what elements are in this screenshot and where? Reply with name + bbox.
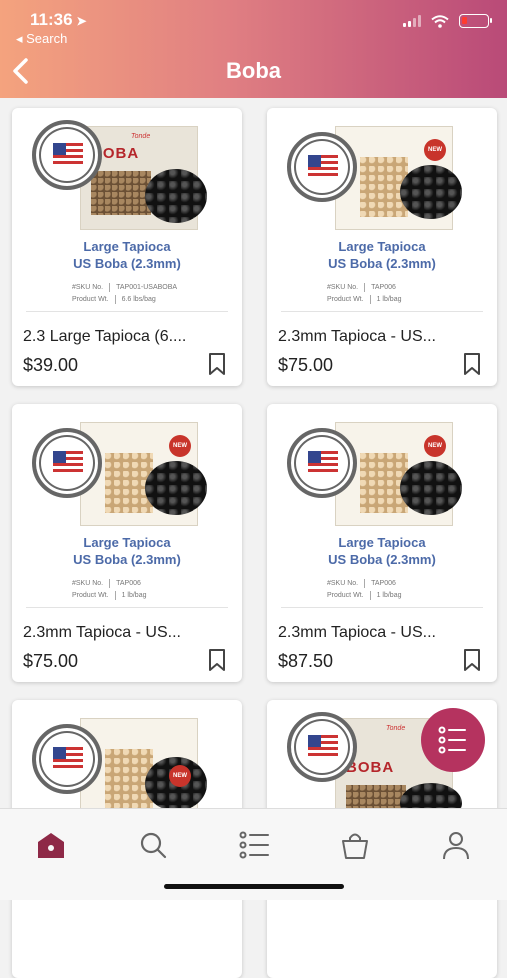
sku-value: TAP006	[116, 580, 141, 587]
cellular-signal-icon	[403, 15, 421, 27]
location-arrow-icon: ➤	[76, 14, 87, 28]
boba-pearls-image	[400, 461, 462, 515]
made-in-usa-seal-icon	[287, 132, 357, 202]
bookmark-icon[interactable]	[208, 648, 226, 672]
product-price: $39.00	[23, 355, 79, 375]
weight-value: 1 lb/bag	[121, 592, 147, 599]
product-card[interactable]: NEW Large Tapioca US Boba (2.3mm) #SKU N…	[12, 404, 242, 682]
product-price: $75.00	[23, 651, 79, 671]
caption-line: US Boba (2.3mm)	[73, 256, 181, 271]
package-caption: Large Tapioca US Boba (2.3mm)	[287, 238, 477, 272]
package-meta: #SKU No. TAP006 Product Wt. 1 lb/bag	[72, 578, 147, 602]
product-name[interactable]: 2.3 Large Tapioca (6....	[23, 328, 233, 346]
weight-value: 6.6 lbs/bag	[121, 296, 156, 303]
status-indicators	[403, 14, 492, 28]
product-image: Tonde BOBA Large Tapioca US Boba (2.3mm)…	[32, 116, 222, 308]
divider	[26, 607, 228, 608]
divider	[281, 311, 483, 312]
product-image: NEW Large Tapioca US Boba (2.3mm) #SKU N…	[287, 412, 477, 604]
caption-line: US Boba (2.3mm)	[73, 552, 181, 567]
weight-label: Product Wt.	[327, 592, 364, 599]
sku-value: TAP001-USABOBA	[116, 284, 178, 291]
category-list-fab[interactable]	[421, 708, 485, 772]
product-price: $75.00	[278, 355, 334, 375]
app-header: 11:36 ➤ ◂ Search Boba	[0, 0, 507, 98]
package-brand: Tonde	[386, 725, 406, 732]
boba-pearls-image	[145, 461, 207, 515]
package-caption: Large Tapioca US Boba (2.3mm)	[32, 534, 222, 568]
page-title: Boba	[226, 58, 281, 83]
battery-icon	[459, 14, 492, 28]
caption-line: US Boba (2.3mm)	[328, 552, 436, 567]
package-meta: #SKU No. TAP001-USABOBA Product Wt. 6.6 lb…	[72, 282, 177, 306]
sku-label: #SKU No.	[72, 580, 104, 587]
caption-line: Large Tapioca	[338, 239, 426, 254]
product-card[interactable]: NEW Large Tapioca US Boba (2.3mm) #SKU N…	[267, 108, 497, 386]
tapioca-seeds-image	[91, 171, 151, 215]
product-image: NEW Large Tapioca US Boba (2.3mm) #SKU N…	[32, 412, 222, 604]
package-meta: #SKU No. TAP006 Product Wt. 1 lb/bag	[327, 578, 402, 602]
caption-line: US Boba (2.3mm)	[328, 256, 436, 271]
sku-value: TAP006	[371, 580, 396, 587]
caption-line: Large Tapioca	[338, 535, 426, 550]
caption-line: Large Tapioca	[83, 535, 171, 550]
clock-text: 11:36	[30, 10, 73, 29]
sku-value: TAP006	[371, 284, 396, 291]
tab-categories[interactable]	[234, 829, 274, 861]
divider	[281, 607, 483, 608]
weight-label: Product Wt.	[72, 592, 109, 599]
list-icon	[239, 831, 269, 859]
weight-label: Product Wt.	[327, 296, 364, 303]
product-image: NEW Large Tapioca US Boba (2.3mm) #SKU N…	[287, 116, 477, 308]
product-name[interactable]: 2.3mm Tapioca - US...	[23, 624, 233, 642]
product-name[interactable]: 2.3mm Tapioca - US...	[278, 624, 488, 642]
bookmark-icon[interactable]	[208, 352, 226, 376]
product-name[interactable]: 2.3mm Tapioca - US...	[278, 328, 488, 346]
boba-pearls-image	[400, 165, 462, 219]
new-badge: NEW	[424, 435, 446, 457]
home-icon	[38, 833, 64, 858]
package-brand: Tonde	[131, 133, 151, 140]
divider	[26, 311, 228, 312]
new-badge: NEW	[424, 139, 446, 161]
wifi-icon	[431, 14, 449, 28]
made-in-usa-seal-icon	[32, 724, 102, 794]
weight-value: 1 lb/bag	[376, 592, 402, 599]
product-card[interactable]: NEW Large Tapioca US Boba (2.3mm) #SKU N…	[267, 404, 497, 682]
tab-home[interactable]	[31, 829, 71, 861]
package-caption: Large Tapioca US Boba (2.3mm)	[287, 534, 477, 568]
sku-label: #SKU No.	[327, 284, 359, 291]
made-in-usa-seal-icon	[32, 120, 102, 190]
weight-label: Product Wt.	[72, 296, 109, 303]
search-icon	[140, 832, 167, 859]
bag-icon	[342, 833, 368, 859]
weight-value: 1 lb/bag	[376, 296, 402, 303]
package-meta: #SKU No. TAP006 Product Wt. 1 lb/bag	[327, 282, 402, 306]
status-time: 11:36 ➤	[30, 10, 87, 30]
home-indicator	[164, 884, 344, 889]
caption-line: Large Tapioca	[83, 239, 171, 254]
sku-label: #SKU No.	[72, 284, 104, 291]
tab-account[interactable]	[436, 829, 476, 861]
user-icon	[443, 832, 469, 860]
list-icon	[438, 726, 466, 754]
tab-cart[interactable]	[335, 829, 375, 861]
made-in-usa-seal-icon	[287, 428, 357, 498]
boba-pearls-image	[145, 169, 207, 223]
sku-label: #SKU No.	[327, 580, 359, 587]
new-badge: NEW	[169, 435, 191, 457]
made-in-usa-seal-icon	[32, 428, 102, 498]
product-card[interactable]: Tonde BOBA Large Tapioca US Boba (2.3mm)…	[12, 108, 242, 386]
made-in-usa-seal-icon	[287, 712, 357, 782]
bookmark-icon[interactable]	[463, 352, 481, 376]
bookmark-icon[interactable]	[463, 648, 481, 672]
product-price: $87.50	[278, 651, 334, 671]
tab-search[interactable]	[133, 829, 173, 861]
new-badge: NEW	[169, 765, 191, 787]
package-caption: Large Tapioca US Boba (2.3mm)	[32, 238, 222, 272]
back-to-search-link[interactable]: ◂ Search	[16, 31, 67, 47]
